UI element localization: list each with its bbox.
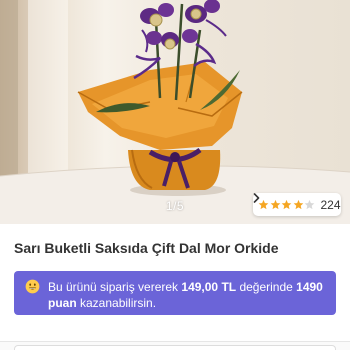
star-rating: [258, 199, 316, 210]
loyalty-points-text: Bu ürünü sipariş vererek 149,00 TL değer…: [48, 279, 326, 315]
star-empty-icon: [304, 199, 315, 210]
product-photo: [0, 0, 350, 224]
star-full-icon: [281, 199, 292, 210]
product-image-gallery[interactable]: 1/5 224: [0, 0, 350, 224]
product-title: Sarı Buketli Saksıda Çift Dal Mor Orkide: [14, 240, 279, 256]
star-full-icon: [293, 199, 304, 210]
rating-count: 224: [320, 197, 341, 212]
promo-price: 149,00 TL: [181, 280, 237, 294]
grinning-face-icon: [25, 279, 40, 294]
loyalty-points-banner: Bu ürünü sipariş vererek 149,00 TL değer…: [14, 271, 336, 315]
next-section-card: [14, 345, 336, 350]
rating-summary-button[interactable]: 224: [253, 193, 341, 216]
promo-text-2: değerinde: [236, 280, 297, 294]
promo-text-3: kazanabilirsin.: [76, 296, 157, 310]
star-full-icon: [270, 199, 281, 210]
promo-text-1: Bu ürünü sipariş vererek: [48, 280, 182, 294]
